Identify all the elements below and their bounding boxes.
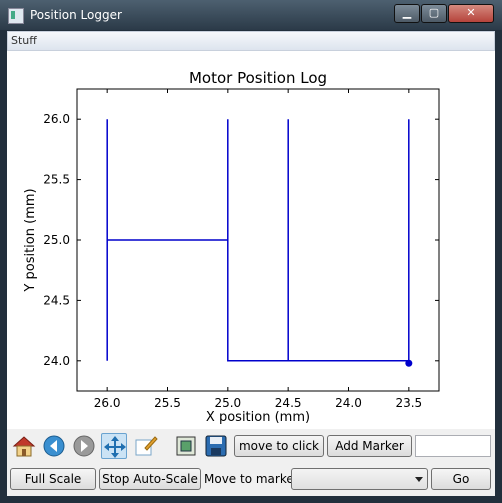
menu-stuff[interactable]: Stuff — [11, 34, 37, 47]
y-tick-label: 26.0 — [43, 112, 70, 126]
navigation-toolbar: move to click Add Marker — [7, 429, 495, 463]
zoom-icon[interactable] — [133, 433, 159, 459]
full-scale-button[interactable]: Full Scale — [10, 468, 96, 490]
chart-title: Motor Position Log — [189, 69, 327, 87]
go-button[interactable]: Go — [431, 468, 491, 490]
move-to-marker-label: Move to marker: — [204, 472, 303, 486]
chevron-down-icon — [415, 477, 423, 482]
close-button[interactable]: ✕ — [448, 4, 494, 23]
back-icon[interactable] — [41, 433, 67, 459]
pan-icon[interactable] — [101, 433, 127, 459]
save-icon[interactable] — [203, 433, 229, 459]
x-axis-label: X position (mm) — [206, 410, 310, 425]
application-window: Position Logger ▁ ▢ ✕ Stuff Motor Positi… — [0, 0, 502, 503]
plot-svg[interactable]: Motor Position Log 26.0 25.5 25.0 24.5 24.0 2… — [7, 51, 495, 429]
marker-select[interactable] — [291, 468, 428, 490]
add-marker-button[interactable]: Add Marker — [327, 435, 412, 457]
y-tick-label: 24.0 — [43, 354, 70, 368]
current-position-point — [405, 359, 413, 367]
home-icon[interactable] — [11, 433, 37, 459]
x-tick-label: 25.5 — [154, 396, 181, 410]
y-axis-label: Y position (mm) — [23, 188, 38, 292]
maximize-button[interactable]: ▢ — [421, 4, 447, 23]
menu-bar: Stuff — [7, 31, 495, 51]
y-tick-label: 24.5 — [43, 293, 70, 307]
forward-icon[interactable] — [71, 433, 97, 459]
minimize-button[interactable]: ▁ — [394, 4, 420, 23]
move-to-click-button[interactable]: move to click — [234, 435, 324, 457]
marker-name-input[interactable] — [415, 435, 491, 457]
window-title: Position Logger — [30, 8, 122, 22]
app-icon — [8, 8, 24, 24]
title-bar[interactable]: Position Logger ▁ ▢ ✕ — [0, 0, 502, 30]
x-tick-label: 26.0 — [94, 396, 121, 410]
x-tick-label: 24.0 — [335, 396, 362, 410]
stop-auto-scale-button[interactable]: Stop Auto-Scale — [99, 468, 201, 490]
x-tick-label: 24.5 — [275, 396, 302, 410]
y-tick-label: 25.5 — [43, 173, 70, 187]
x-tick-label: 25.0 — [214, 396, 241, 410]
x-tick-label: 23.5 — [395, 396, 422, 410]
subplots-icon[interactable] — [173, 433, 199, 459]
series-line — [106, 119, 410, 362]
y-tick-label: 25.0 — [43, 233, 70, 247]
plot-canvas[interactable]: Motor Position Log 26.0 25.5 25.0 24.5 24.0 2… — [7, 51, 495, 459]
client-area: Stuff Motor Position Log 26.0 25.5 25.0 24.… — [7, 31, 495, 496]
